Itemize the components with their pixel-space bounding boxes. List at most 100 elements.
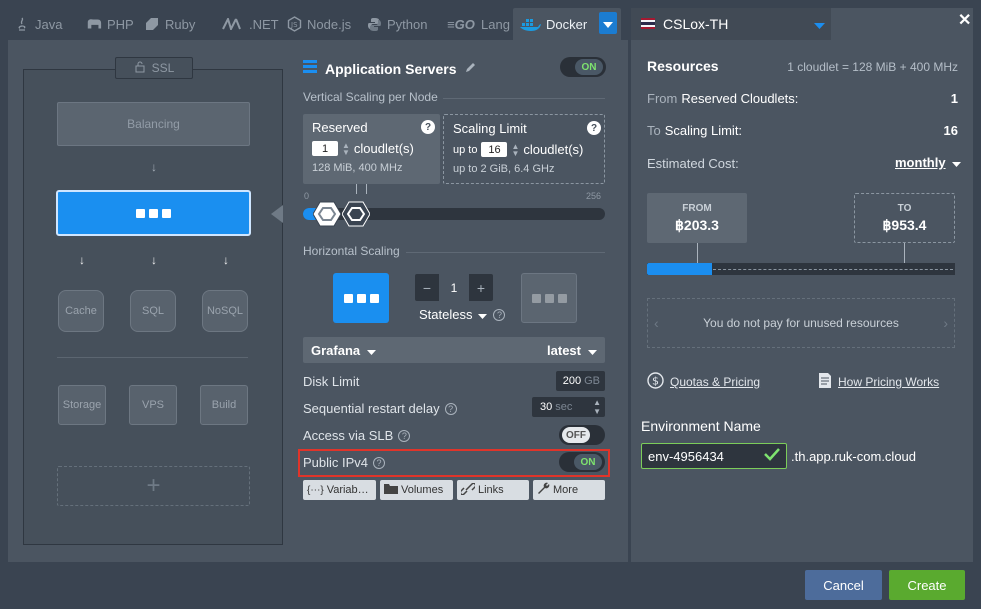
cache-node[interactable]: Cache bbox=[58, 290, 104, 332]
restart-delay-input[interactable]: 30 sec ▲ ▼ bbox=[532, 397, 605, 417]
tab-go[interactable]: ≡GO Lang bbox=[440, 8, 516, 40]
caret-down-icon bbox=[588, 343, 597, 358]
reserved-slider-handle[interactable] bbox=[312, 201, 342, 232]
layer-header: Application Servers bbox=[303, 60, 476, 78]
tab-label: Java bbox=[35, 16, 63, 32]
storage-node[interactable]: Storage bbox=[58, 385, 106, 425]
engine-tabs: Java PHP Ruby .NET JS Node.js Python ≡GO… bbox=[8, 8, 628, 40]
ssl-toggle[interactable]: SSL bbox=[115, 57, 193, 79]
connector bbox=[697, 243, 698, 263]
price-to-label: TO bbox=[897, 202, 912, 214]
add-layer-button[interactable]: + bbox=[57, 466, 250, 506]
divider bbox=[406, 252, 605, 253]
tab-nodejs[interactable]: JS Node.js bbox=[280, 8, 357, 40]
variables-button[interactable]: {⋯} Variab… bbox=[303, 480, 376, 500]
vertical-scaling-label: Vertical Scaling per Node bbox=[303, 90, 438, 104]
more-button[interactable]: More bbox=[533, 480, 605, 500]
tab-python[interactable]: Python bbox=[360, 8, 433, 40]
tab-label: Lang bbox=[481, 16, 510, 32]
chevron-left-icon[interactable]: ‹ bbox=[654, 315, 659, 331]
help-icon[interactable]: ? bbox=[373, 456, 386, 469]
to-row: To Scaling Limit: bbox=[647, 123, 742, 138]
help-icon[interactable]: ? bbox=[421, 120, 435, 134]
app-server-node[interactable] bbox=[56, 190, 251, 236]
reserved-cloudlets-input[interactable]: 1 bbox=[312, 141, 338, 156]
balancing-label: Balancing bbox=[127, 117, 180, 131]
connector bbox=[904, 243, 905, 263]
stepper-arrows-icon[interactable]: ▲ ▼ bbox=[593, 398, 601, 416]
disk-limit-input[interactable]: 200 GB bbox=[556, 371, 605, 391]
help-icon[interactable]: ? bbox=[398, 429, 411, 442]
limit-slider-handle[interactable] bbox=[341, 201, 371, 232]
help-icon[interactable]: ? bbox=[493, 308, 506, 321]
image-tag-select[interactable]: latest bbox=[547, 343, 597, 358]
increment-button[interactable]: + bbox=[469, 280, 493, 296]
scaling-spinner-row: up to 16 ▲ ▼ cloudlet(s) bbox=[453, 142, 583, 157]
sql-label: SQL bbox=[141, 305, 164, 317]
horizontal-scaling-label: Horizontal Scaling bbox=[303, 244, 400, 258]
tab-docker[interactable]: Docker bbox=[513, 8, 621, 40]
cancel-button[interactable]: Cancel bbox=[805, 570, 882, 600]
quotas-link-label: Quotas & Pricing bbox=[670, 375, 761, 389]
divider bbox=[443, 98, 605, 99]
tab-label: Python bbox=[387, 16, 428, 32]
pricing-link-label: How Pricing Works bbox=[838, 375, 940, 389]
sql-node[interactable]: SQL bbox=[130, 290, 176, 332]
links-button[interactable]: Links bbox=[457, 480, 529, 500]
price-from-box: FROM ฿203.3 bbox=[647, 193, 747, 243]
cost-label: Estimated Cost: bbox=[647, 156, 739, 171]
node-count-value[interactable]: 1 bbox=[439, 274, 469, 301]
tab-dotnet[interactable]: .NET bbox=[216, 8, 285, 40]
cost-range-bar bbox=[647, 263, 955, 275]
ipv4-toggle[interactable]: ON bbox=[559, 452, 605, 472]
build-node[interactable]: Build bbox=[200, 385, 248, 425]
scaling-limit-input[interactable]: 16 bbox=[481, 142, 508, 157]
layer-toggle[interactable]: ON bbox=[560, 57, 606, 77]
to-value: 16 bbox=[943, 123, 958, 138]
tab-ruby[interactable]: Ruby bbox=[138, 8, 201, 40]
arrow-down-icon: ↓ bbox=[151, 160, 157, 174]
slider-min: 0 bbox=[304, 191, 310, 201]
docker-dropdown-button[interactable] bbox=[599, 12, 617, 34]
arrow-down-icon: ↓ bbox=[223, 253, 229, 267]
stepper-arrows-icon[interactable]: ▲ ▼ bbox=[511, 142, 519, 157]
plus-icon: + bbox=[146, 472, 161, 499]
cost-period-select[interactable]: monthly bbox=[895, 155, 961, 170]
tab-label: Ruby bbox=[165, 16, 196, 32]
arrow-down-icon: ↓ bbox=[79, 253, 85, 267]
how-pricing-works-link[interactable]: How Pricing Works bbox=[818, 372, 939, 392]
image-name-select[interactable]: Grafana bbox=[311, 343, 377, 358]
scaling-mode-select[interactable]: Stateless ? bbox=[419, 307, 506, 322]
help-icon[interactable]: ? bbox=[444, 402, 457, 415]
create-button[interactable]: Create bbox=[889, 570, 965, 600]
ipv4-row: Public IPv4 ? bbox=[303, 455, 386, 470]
stateless-mode-button[interactable] bbox=[521, 273, 577, 323]
selection-pointer bbox=[271, 205, 283, 223]
stateful-mode-button[interactable] bbox=[333, 273, 389, 323]
tab-php[interactable]: PHP bbox=[80, 8, 140, 40]
slb-toggle[interactable]: OFF bbox=[559, 425, 605, 445]
balancing-node[interactable]: Balancing bbox=[57, 102, 250, 146]
environment-name-input[interactable]: env-4956434 bbox=[641, 443, 787, 469]
decrement-button[interactable]: − bbox=[415, 280, 439, 296]
region-selector[interactable]: CSLox-TH bbox=[631, 8, 831, 40]
disk-limit-value: 200 bbox=[562, 375, 582, 387]
disk-limit-label: Disk Limit bbox=[303, 374, 360, 389]
scaling-mode-label: Stateless bbox=[419, 307, 473, 322]
edit-pencil-icon[interactable] bbox=[465, 60, 476, 78]
close-icon[interactable]: ✕ bbox=[958, 10, 971, 30]
volumes-button[interactable]: Volumes bbox=[380, 480, 453, 500]
resources-title: Resources bbox=[647, 58, 719, 74]
tab-java[interactable]: Java bbox=[8, 8, 68, 40]
stepper-arrows-icon[interactable]: ▲ ▼ bbox=[342, 141, 350, 156]
reserved-card: Reserved ? 1 ▲ ▼ cloudlet(s) 128 MiB, 400… bbox=[303, 114, 440, 184]
vps-node[interactable]: VPS bbox=[129, 385, 177, 425]
help-icon[interactable]: ? bbox=[587, 121, 601, 135]
nosql-node[interactable]: NoSQL bbox=[202, 290, 248, 332]
scaling-limit-card: Scaling Limit ? up to 16 ▲ ▼ cloudlet(s) … bbox=[443, 114, 605, 184]
restart-delay-label: Sequential restart delay bbox=[303, 401, 440, 416]
chevron-right-icon[interactable]: › bbox=[943, 315, 948, 331]
from-value: 1 bbox=[950, 91, 958, 106]
quotas-pricing-link[interactable]: $ Quotas & Pricing bbox=[647, 372, 760, 392]
scaling-prefix: up to bbox=[453, 143, 478, 156]
